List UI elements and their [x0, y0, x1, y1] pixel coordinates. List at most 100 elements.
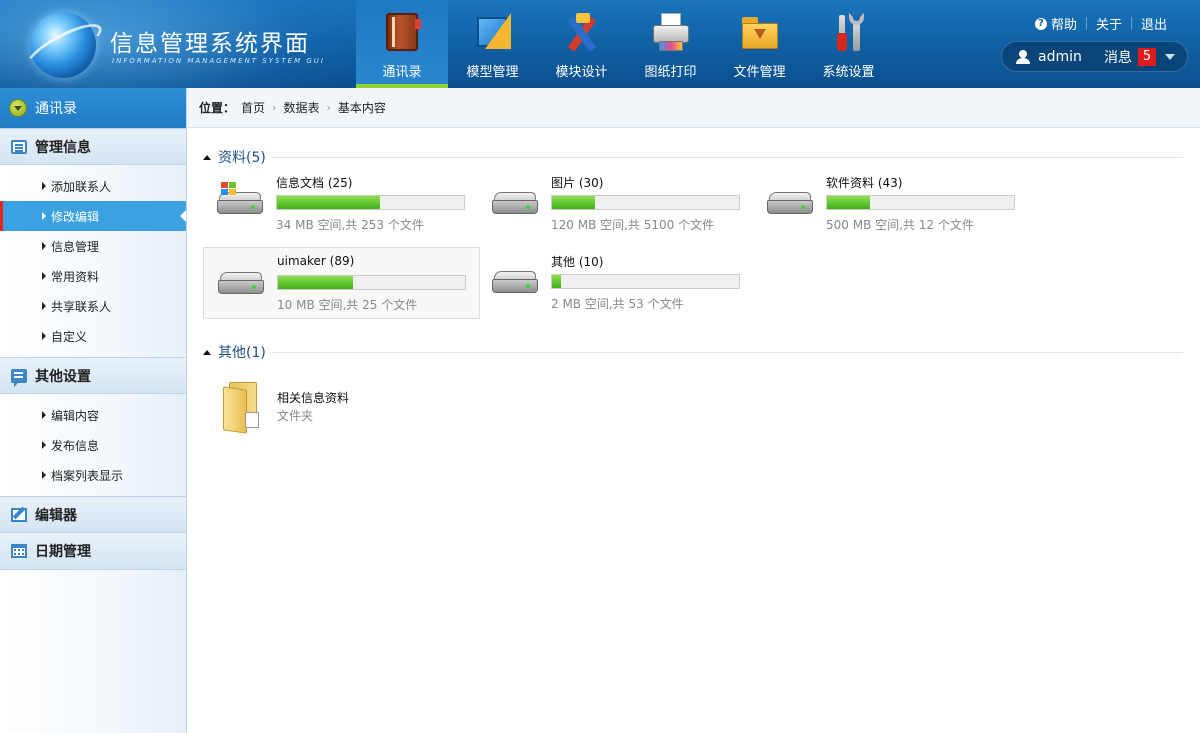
sidebar-header[interactable]: 通讯录: [0, 88, 186, 128]
folder-icon: [223, 382, 261, 434]
collapse-triangle-icon[interactable]: [203, 349, 211, 355]
message-count-badge[interactable]: 5: [1138, 47, 1156, 66]
caret-right-icon: [42, 441, 46, 449]
user-panel: admin 消息 5: [1001, 41, 1188, 72]
chevron-down-icon[interactable]: [1165, 53, 1175, 60]
sidebar-item-label: 发布信息: [51, 438, 100, 453]
group-header-other[interactable]: 其他(1): [203, 342, 1183, 362]
caret-right-icon: [42, 182, 46, 190]
drive-item-selected[interactable]: uimaker (89) 10 MB 空间,共 25 个文件: [203, 247, 480, 319]
sidebar-item-label: 常用资料: [51, 269, 100, 284]
caret-right-icon: [42, 411, 46, 419]
drive-item[interactable]: 信息文档 (25) 34 MB 空间,共 253 个文件: [203, 168, 480, 240]
hard-drive-icon: [217, 182, 263, 216]
section-title: 管理信息: [35, 139, 91, 156]
ruler-icon: [473, 13, 513, 53]
messages-label[interactable]: 消息: [1104, 47, 1132, 67]
drive-item[interactable]: 软件资料 (43) 500 MB 空间,共 12 个文件: [753, 168, 1030, 240]
sidebar-item-label: 添加联系人: [51, 179, 112, 194]
chevron-right-icon: ›: [272, 101, 277, 114]
drive-name: uimaker (89): [277, 254, 355, 268]
sidebar-item-publish[interactable]: 发布信息: [0, 430, 186, 460]
drive-name: 软件资料 (43): [826, 176, 903, 190]
header: 信息管理系统界面 INFORMATION MANAGEMENT SYSTEM G…: [0, 0, 1200, 88]
drive-info: 10 MB 空间,共 25 个文件: [277, 298, 418, 312]
help-icon: ?: [1034, 17, 1047, 30]
group-header-data[interactable]: 资料(5): [203, 147, 1183, 167]
breadcrumb-table[interactable]: 数据表: [283, 99, 319, 116]
help-label: 帮助: [1050, 18, 1077, 33]
sidebar-item-edit[interactable]: 修改编辑: [0, 201, 186, 231]
folder-icon: [740, 13, 780, 53]
section-title: 其他设置: [35, 368, 91, 385]
folder-item[interactable]: 相关信息资料 文件夹: [203, 380, 503, 436]
nav-label: 模块设计: [555, 65, 608, 80]
sidebar-list-manage: 添加联系人 修改编辑 信息管理 常用资料 共享联系人 自定义: [0, 165, 186, 357]
user-name[interactable]: admin: [1038, 49, 1096, 65]
group-title: 其他(1): [218, 345, 266, 361]
printer-icon: [651, 13, 691, 53]
sidebar-section-other[interactable]: 其他设置: [0, 357, 186, 394]
usage-bar: [277, 275, 466, 290]
nav-item-contacts[interactable]: 通讯录: [356, 0, 448, 88]
help-link[interactable]: ? 帮助: [1026, 14, 1086, 33]
nav-item-settings[interactable]: 系统设置: [804, 0, 893, 88]
caret-right-icon: [42, 332, 46, 340]
sidebar-item-shared[interactable]: 共享联系人: [0, 291, 186, 321]
sidebar-section-date[interactable]: 日期管理: [0, 533, 186, 570]
sidebar-item-info-manage[interactable]: 信息管理: [0, 231, 186, 261]
breadcrumb-label: 位置：: [199, 101, 236, 115]
sidebar-item-label: 档案列表显示: [51, 468, 124, 483]
hard-drive-icon: [767, 188, 813, 216]
logout-link[interactable]: 退出: [1132, 14, 1176, 33]
collapse-toggle-icon[interactable]: [9, 99, 27, 117]
hard-drive-icon: [492, 188, 538, 216]
divider: [271, 156, 1183, 158]
chevron-right-icon: ›: [326, 101, 331, 114]
sidebar-item-edit-content[interactable]: 编辑内容: [0, 400, 186, 430]
usage-bar: [826, 195, 1015, 210]
nav-item-model[interactable]: 模型管理: [448, 0, 537, 88]
sidebar-header-label: 通讯录: [35, 101, 77, 117]
list-icon: [11, 139, 27, 154]
app-title: 信息管理系统界面: [110, 31, 310, 57]
drive-name: 信息文档 (25): [276, 176, 353, 190]
caret-right-icon: [42, 212, 46, 220]
caret-right-icon: [42, 471, 46, 479]
sidebar-item-add-contact[interactable]: 添加联系人: [0, 171, 186, 201]
sidebar-item-common[interactable]: 常用资料: [0, 261, 186, 291]
folder-type: 文件夹: [277, 409, 314, 423]
edit-icon: [11, 507, 27, 522]
usage-bar: [551, 195, 740, 210]
group-title: 资料(5): [218, 150, 266, 166]
caret-right-icon: [42, 272, 46, 280]
usage-bar: [551, 274, 740, 289]
drive-info: 34 MB 空间,共 253 个文件: [276, 218, 424, 232]
nav-item-module[interactable]: 模块设计: [537, 0, 626, 88]
sidebar-item-label: 自定义: [51, 329, 88, 344]
nav-item-files[interactable]: 文件管理: [715, 0, 804, 88]
drive-item[interactable]: 其他 (10) 2 MB 空间,共 53 个文件: [478, 247, 755, 319]
drive-info: 120 MB 空间,共 5100 个文件: [551, 218, 715, 232]
section-title: 编辑器: [35, 507, 77, 524]
wrench-icon: [829, 13, 869, 53]
sidebar-item-archive-list[interactable]: 档案列表显示: [0, 460, 186, 490]
usage-bar-fill: [277, 196, 380, 209]
collapse-triangle-icon[interactable]: [203, 154, 211, 160]
nav-label: 系统设置: [822, 65, 875, 80]
drive-info: 500 MB 空间,共 12 个文件: [826, 218, 974, 232]
breadcrumb-home[interactable]: 首页: [241, 99, 265, 116]
drive-item[interactable]: 图片 (30) 120 MB 空间,共 5100 个文件: [478, 168, 755, 240]
sidebar-item-label: 编辑内容: [51, 408, 100, 423]
usage-bar: [276, 195, 465, 210]
sidebar-section-manage[interactable]: 管理信息: [0, 128, 186, 165]
about-link[interactable]: 关于: [1087, 14, 1131, 33]
caret-right-icon: [42, 242, 46, 250]
sidebar-item-custom[interactable]: 自定义: [0, 321, 186, 351]
sidebar-list-other: 编辑内容 发布信息 档案列表显示: [0, 394, 186, 496]
sidebar: 通讯录 管理信息 添加联系人 修改编辑 信息管理 常用资料 共享联系人 自定义 …: [0, 88, 187, 733]
sidebar-section-editor[interactable]: 编辑器: [0, 496, 186, 533]
nav-item-print[interactable]: 图纸打印: [626, 0, 715, 88]
chat-icon: [11, 368, 27, 387]
calendar-icon: [11, 544, 27, 558]
